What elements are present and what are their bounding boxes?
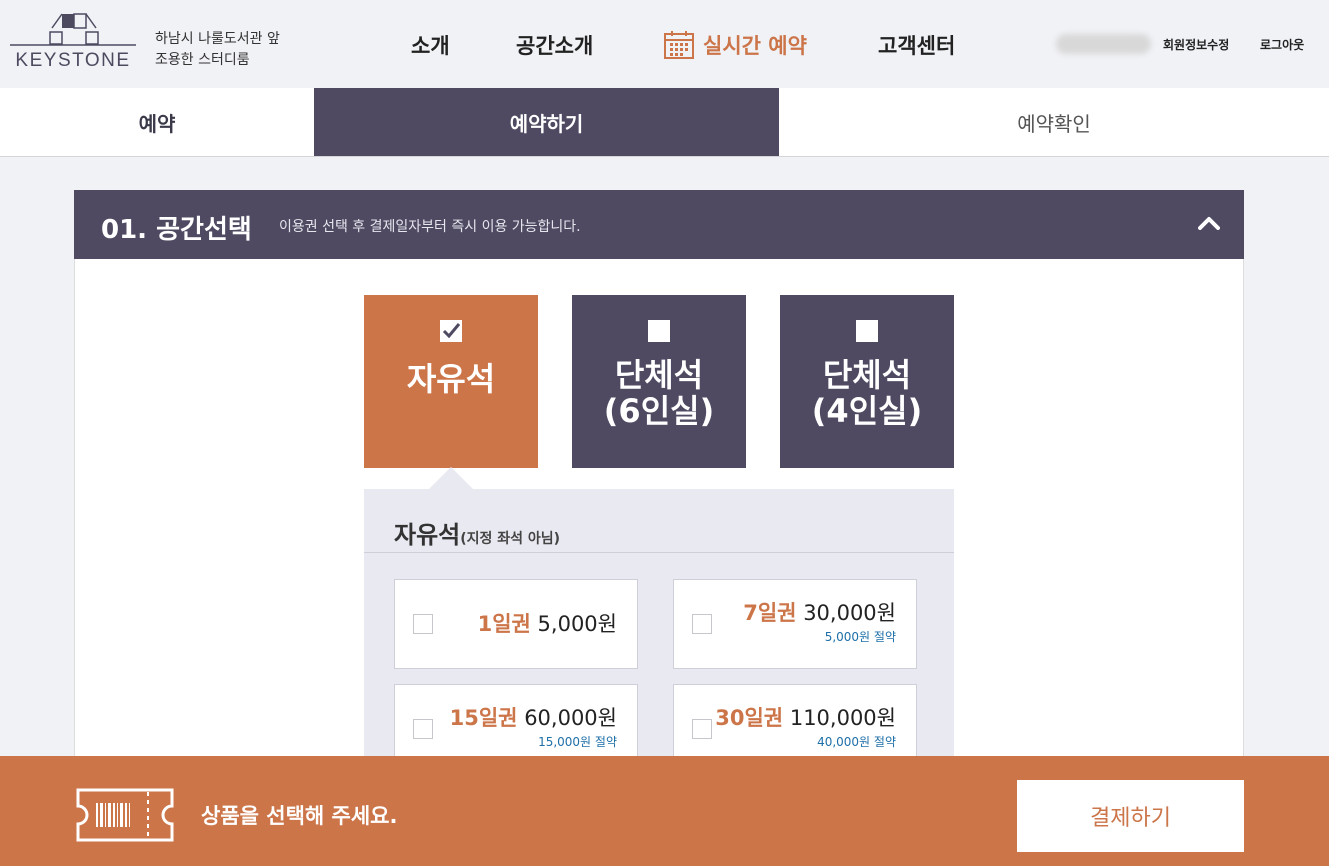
logo-text: KEYSTONE xyxy=(15,50,131,71)
checkbox-checked-icon[interactable] xyxy=(440,320,462,342)
option-free-seat[interactable]: 자유석 xyxy=(364,295,538,468)
plan-savings: 15,000원 절약 xyxy=(538,735,617,749)
plan-7day[interactable]: 7일권 30,000원 5,000원 절약 xyxy=(673,579,917,669)
plan-label: 7일권 30,000원 xyxy=(743,597,896,627)
option-group-6[interactable]: 단체석 (6인실) xyxy=(572,295,746,468)
edit-profile-link[interactable]: 회원정보수정 xyxy=(1163,36,1229,53)
nav-space[interactable]: 공간소개 xyxy=(516,30,593,60)
tab-check-reservation[interactable]: 예약확인 xyxy=(779,88,1329,156)
panel-title-text: 자유석 xyxy=(394,521,461,549)
plan-panel: 자유석(지정 좌석 아님) 1일권 5,000원 7일권 30,000원 5,0… xyxy=(364,489,954,774)
nav-support[interactable]: 고객센터 xyxy=(878,30,955,60)
keystone-logo[interactable]: KEYSTONE xyxy=(10,12,136,72)
nav-realtime-label: 실시간 예약 xyxy=(703,34,807,58)
plan-price: 5,000원 xyxy=(537,612,617,636)
checkbox-icon[interactable] xyxy=(856,320,878,342)
tab-make-reservation[interactable]: 예약하기 xyxy=(314,88,779,156)
calendar-icon xyxy=(664,31,694,59)
checkbox-icon[interactable] xyxy=(692,614,712,634)
section-header[interactable]: 01. 공간선택 이용권 선택 후 결제일자부터 즉시 이용 가능합니다. xyxy=(74,190,1244,259)
plan-1day[interactable]: 1일권 5,000원 xyxy=(394,579,638,669)
checkout-bar: 상품을 선택해 주세요. 결제하기 xyxy=(0,756,1329,866)
pay-button[interactable]: 결제하기 xyxy=(1017,780,1244,852)
plan-savings: 40,000원 절약 xyxy=(817,735,896,749)
tagline: 하남시 나룰도서관 앞 조용한 스터디룸 xyxy=(155,29,280,71)
section-subtitle: 이용권 선택 후 결제일자부터 즉시 이용 가능합니다. xyxy=(279,219,581,235)
tab-reservation[interactable]: 예약 xyxy=(0,88,314,156)
logo-mark-icon xyxy=(10,13,136,46)
option-label: 단체석 (4인실) xyxy=(780,357,954,429)
plan-label: 15일권 60,000원 xyxy=(450,702,617,732)
plan-label: 1일권 5,000원 xyxy=(478,608,617,638)
tagline-line-2: 조용한 스터디룸 xyxy=(155,52,250,68)
plan-days: 15일권 xyxy=(449,706,518,730)
selection-message: 상품을 선택해 주세요. xyxy=(201,804,398,828)
panel-title-note: (지정 좌석 아님) xyxy=(460,531,561,547)
plan-price: 110,000원 xyxy=(789,706,896,730)
option-label: 단체석 (6인실) xyxy=(572,357,746,429)
nav-realtime-reservation[interactable]: 실시간 예약 xyxy=(664,30,807,60)
plan-days: 7일권 xyxy=(743,601,797,625)
divider xyxy=(364,552,954,553)
ticket-icon xyxy=(76,788,174,842)
checkbox-icon[interactable] xyxy=(692,719,712,739)
plan-days: 30일권 xyxy=(715,706,784,730)
plan-savings: 5,000원 절약 xyxy=(824,630,896,644)
plan-days: 1일권 xyxy=(477,612,531,636)
option-label-line1: 단체석 xyxy=(614,356,704,394)
logout-link[interactable]: 로그아웃 xyxy=(1260,36,1304,53)
chevron-up-icon[interactable] xyxy=(1198,216,1220,230)
reservation-tabs: 예약 예약하기 예약확인 xyxy=(0,88,1329,157)
option-label: 자유석 xyxy=(364,361,538,397)
section-title: 01. 공간선택 xyxy=(101,215,252,245)
panel-pointer xyxy=(428,467,474,490)
nav-intro[interactable]: 소개 xyxy=(411,30,450,60)
user-name-redacted xyxy=(1056,34,1151,54)
option-label-line2: (6인실) xyxy=(603,392,715,430)
option-label-line2: (4인실) xyxy=(811,392,923,430)
checkbox-icon[interactable] xyxy=(413,719,433,739)
site-header: KEYSTONE 하남시 나룰도서관 앞 조용한 스터디룸 소개 공간소개 실시… xyxy=(0,0,1329,88)
plan-price: 30,000원 xyxy=(803,601,896,625)
option-label-line1: 단체석 xyxy=(822,356,912,394)
panel-title: 자유석(지정 좌석 아님) xyxy=(394,515,560,550)
plan-price: 60,000원 xyxy=(524,706,617,730)
checkbox-icon[interactable] xyxy=(648,320,670,342)
option-label-line1: 자유석 xyxy=(406,360,496,398)
checkbox-icon[interactable] xyxy=(413,614,433,634)
option-group-4[interactable]: 단체석 (4인실) xyxy=(780,295,954,468)
plan-label: 30일권 110,000원 xyxy=(715,702,896,732)
tagline-line-1: 하남시 나룰도서관 앞 xyxy=(155,31,280,47)
